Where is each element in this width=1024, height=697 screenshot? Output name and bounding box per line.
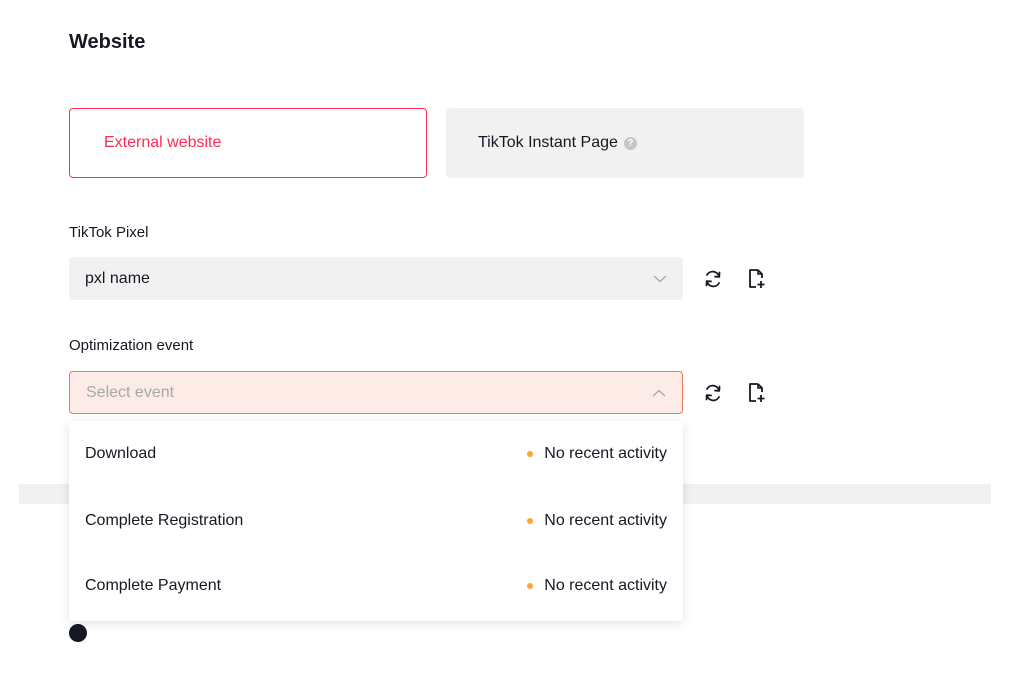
event-dropdown-menu: Download No recent activity Complete Reg… [69, 421, 683, 621]
optimization-event-label: Optimization event [69, 337, 194, 354]
dropdown-item-complete-registration[interactable]: Complete Registration No recent activity [69, 501, 683, 541]
dropdown-item-download[interactable]: Download No recent activity [69, 434, 683, 474]
dropdown-item-label: Complete Registration [85, 512, 244, 529]
refresh-icon[interactable] [702, 268, 724, 290]
pixel-select-value: pxl name [85, 269, 150, 287]
activity-status-text: No recent activity [544, 445, 667, 462]
activity-status: No recent activity [527, 512, 667, 530]
status-dot-icon [527, 451, 534, 457]
add-file-icon[interactable] [745, 268, 767, 290]
optimization-event-select[interactable]: Select event [69, 371, 683, 414]
chevron-down-icon [653, 275, 667, 283]
activity-status: No recent activity [527, 445, 667, 463]
pixel-select[interactable]: pxl name [69, 257, 683, 300]
tiktok-instant-page-label: TikTok Instant Page [478, 134, 618, 151]
help-icon[interactable]: ? [623, 136, 637, 150]
dropdown-item-complete-payment[interactable]: Complete Payment No recent activity [69, 566, 683, 606]
add-file-icon[interactable] [745, 382, 767, 404]
optimization-event-placeholder: Select event [86, 383, 175, 401]
status-dot-icon [527, 583, 534, 589]
activity-status-text: No recent activity [544, 512, 667, 529]
external-website-label: External website [104, 134, 222, 151]
section-title: Website [69, 31, 146, 53]
refresh-icon[interactable] [702, 382, 724, 404]
status-dot-icon [527, 518, 534, 524]
chevron-up-icon [652, 389, 666, 397]
page: Website External website TikTok Instant … [0, 0, 1024, 697]
dropdown-item-label: Complete Payment [85, 577, 222, 594]
radio-icon [69, 624, 87, 642]
activity-status: No recent activity [527, 577, 667, 595]
dropdown-item-label: Download [85, 445, 157, 462]
activity-status-text: No recent activity [544, 577, 667, 594]
tiktok-instant-page-option[interactable]: TikTok Instant Page ? [446, 108, 804, 178]
external-website-option[interactable]: External website [69, 108, 427, 178]
tiktok-pixel-label: TikTok Pixel [69, 224, 149, 241]
